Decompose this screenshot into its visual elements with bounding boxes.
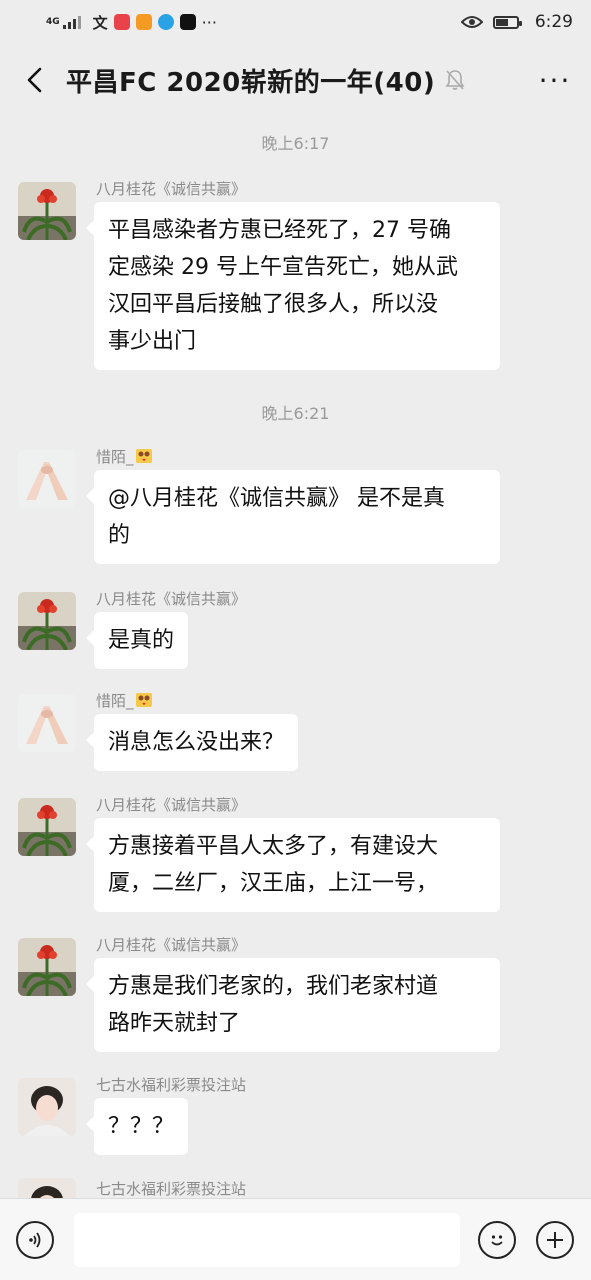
emoji-icon <box>491 1235 503 1246</box>
avatar[interactable] <box>18 592 76 650</box>
more-functions-button[interactable] <box>536 1221 574 1259</box>
couple-emoji-icon <box>135 449 152 463</box>
message-item: 七古水福利彩票投注站 <box>18 1174 578 1198</box>
message-bubble[interactable]: 方惠是我们老家的，我们老家村道 路昨天就封了 <box>86 958 500 1052</box>
sender-name: 八月桂花《诚信共赢》 <box>96 180 247 198</box>
avatar[interactable] <box>18 798 76 856</box>
timestamp: 晚上6:21 <box>261 404 330 423</box>
message-line: 消息怎么没出来？ <box>108 730 285 755</box>
chat-title: 平昌FC 2020崭新的一年(40) <box>66 67 436 98</box>
message-bubble[interactable]: 平昌感染者方惠已经死了，27 号确 定感染 29 号上午宣告死亡，她从武 汉回平… <box>86 202 500 370</box>
voice-icon <box>29 1232 41 1248</box>
message-bubble[interactable]: 消息怎么没出来？ <box>85 714 299 771</box>
back-button[interactable] <box>16 62 52 98</box>
eye-icon <box>460 16 483 28</box>
girl-avatar-icon <box>18 1178 76 1198</box>
signal-icon <box>62 15 81 29</box>
avatar[interactable] <box>18 938 76 996</box>
bell-muted-icon <box>445 70 465 90</box>
sender-name: 惜陌_ <box>96 690 152 711</box>
message-line: 厦，二丝厂，汉王庙，上江一号， <box>108 871 439 896</box>
network-label: 4G <box>46 17 60 27</box>
avatar[interactable] <box>18 182 76 240</box>
sender-name-text: 惜陌_ <box>96 692 134 710</box>
app-icon-1: 文 <box>92 13 108 32</box>
plus-icon <box>547 1232 563 1248</box>
message-line: ？？？ <box>108 1114 175 1139</box>
status-left: 4G 文 ··· <box>46 12 217 33</box>
message-input[interactable] <box>74 1213 460 1267</box>
message-line: @八月桂花《诚信共赢》 是不是真 <box>108 486 445 511</box>
message-line: 方惠是我们老家的，我们老家村道 <box>108 974 439 999</box>
message-line: 平昌感染者方惠已经死了，27 号确 <box>108 218 451 243</box>
message-line: 方惠接着平昌人太多了，有建设大 <box>108 834 439 859</box>
battery-icon <box>492 15 522 29</box>
message-line: 的 <box>108 523 131 548</box>
emoji-button[interactable] <box>478 1221 516 1259</box>
sender-name: 八月桂花《诚信共赢》 <box>96 936 247 954</box>
sender-name: 八月桂花《诚信共赢》 <box>96 590 247 608</box>
avatar[interactable] <box>18 1078 76 1136</box>
sender-name: 惜陌_ <box>96 446 152 467</box>
flower-avatar-icon <box>18 182 76 240</box>
status-bar: 4G 文 ··· 6:29 <box>0 0 591 44</box>
message-bubble[interactable]: 是真的 <box>85 612 189 669</box>
status-time: 6:29 <box>534 12 573 32</box>
message-bubble[interactable]: 方惠接着平昌人太多了，有建设大 厦，二丝厂，汉王庙，上江一号， <box>86 818 500 912</box>
avatar[interactable] <box>18 694 76 752</box>
app-icon-2 <box>113 14 130 30</box>
flower-avatar-icon <box>18 798 76 856</box>
flower-avatar-icon <box>18 938 76 996</box>
message-line: 是真的 <box>108 628 175 653</box>
app-icon-5 <box>179 14 196 30</box>
sender-name-text: 惜陌_ <box>96 448 134 466</box>
flower-avatar-icon <box>18 592 76 650</box>
avatar[interactable] <box>18 450 76 508</box>
hands-avatar-icon <box>18 694 76 752</box>
message-line: 汉回平昌后接触了很多人，所以没 <box>108 292 439 317</box>
input-bar <box>0 1198 591 1280</box>
chat-header: 平昌FC 2020崭新的一年(40) ··· <box>0 44 591 116</box>
avatar[interactable] <box>18 1178 76 1198</box>
message-line: 定感染 29 号上午宣告死亡，她从武 <box>108 255 458 280</box>
message-bubble[interactable]: @八月桂花《诚信共赢》 是不是真 的 <box>86 470 500 564</box>
sender-name: 八月桂花《诚信共赢》 <box>96 796 247 814</box>
status-right: 6:29 <box>460 12 573 32</box>
app-icon-4 <box>157 14 174 30</box>
more-options-button[interactable]: ··· <box>535 62 575 98</box>
timestamp: 晚上6:17 <box>261 134 330 153</box>
message-line: 路昨天就封了 <box>108 1011 241 1036</box>
sender-name: 七古水福利彩票投注站 <box>96 1180 247 1198</box>
sender-name: 七古水福利彩票投注站 <box>96 1076 247 1094</box>
message-line: 事少出门 <box>108 329 197 354</box>
message-bubble[interactable]: ？？？ <box>85 1098 189 1155</box>
girl-avatar-icon <box>18 1078 76 1136</box>
app-icon-3 <box>135 14 152 30</box>
voice-button[interactable] <box>16 1221 54 1259</box>
chevron-left-icon <box>27 67 42 93</box>
couple-emoji-icon <box>135 693 152 707</box>
hands-avatar-icon <box>18 450 76 508</box>
notification-more-icon: ··· <box>201 12 217 32</box>
